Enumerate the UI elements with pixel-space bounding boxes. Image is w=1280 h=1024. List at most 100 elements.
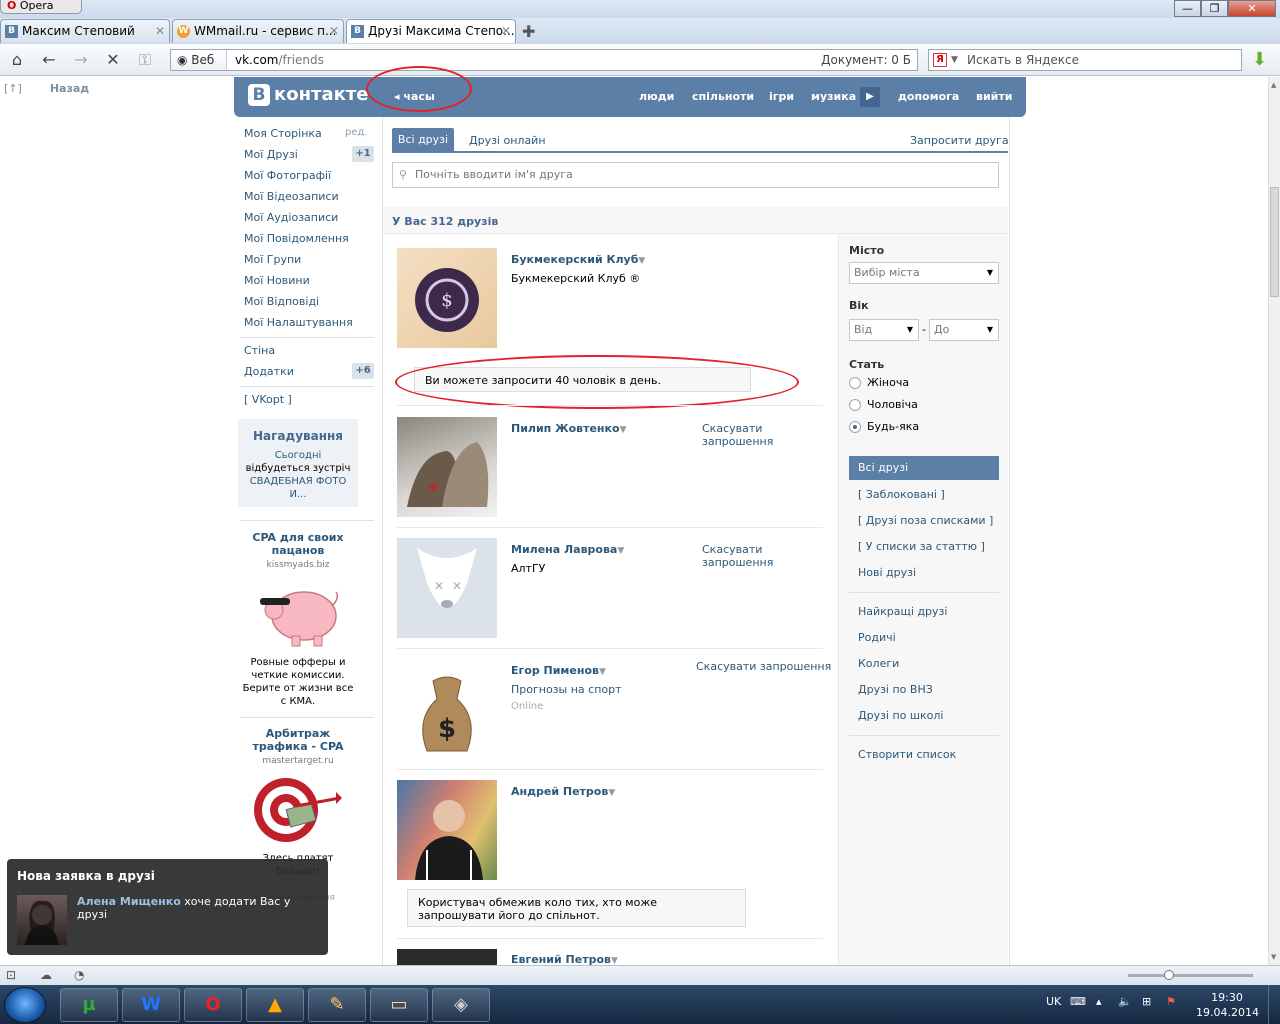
cloud-icon[interactable]: ☁ — [40, 968, 52, 982]
list-all-friends[interactable]: Всі друзі — [849, 456, 999, 480]
browser-tab-2[interactable]: W WMmail.ru - сервис п... ✕ — [172, 19, 344, 43]
cancel-request-link[interactable]: Скасувати запрошення — [702, 543, 773, 569]
ad-2-title[interactable]: Арбитраж трафика - CPA — [244, 727, 352, 753]
play-icon[interactable]: ▶ — [860, 87, 880, 107]
web-info-button[interactable]: ◉ Веб — [171, 50, 227, 70]
friend-subtitle[interactable]: Прогнозы на спорт — [511, 683, 622, 696]
list-outside-lists[interactable]: [ Друзі поза списками ] — [858, 514, 993, 527]
menu-my-answers[interactable]: Мої Відповіді — [244, 295, 319, 308]
reminder-event-more[interactable]: И... — [238, 488, 358, 501]
friend-request-notification[interactable]: Нова заявка в друзі Алена Мищенко хоче д… — [7, 859, 328, 955]
language-indicator[interactable]: UK — [1046, 995, 1061, 1008]
key-icon[interactable]: ⚿ — [134, 50, 156, 70]
menu-wall[interactable]: Стіна — [244, 344, 275, 357]
menu-my-videos[interactable]: Мої Відеозаписи — [244, 190, 339, 203]
network-icon[interactable]: ⊞ — [1142, 995, 1151, 1008]
download-arrow-icon[interactable]: ⬇ — [1252, 50, 1272, 70]
browser-tab-3-active[interactable]: В Друзі Максима Степо... ✕ — [346, 19, 516, 43]
browser-tab-1[interactable]: В Максим Степовий ✕ — [0, 19, 170, 43]
notification-user-link[interactable]: Алена Мищенко — [77, 895, 181, 908]
avatar[interactable] — [397, 780, 497, 880]
utorrent-taskbar-icon[interactable]: µ — [60, 988, 118, 1022]
friend-name[interactable]: Андрей Петров▼ — [511, 785, 615, 798]
list-blocked[interactable]: [ Заблоковані ] — [858, 488, 945, 501]
invite-friend-link[interactable]: Запросити друга — [910, 134, 1009, 147]
cancel-request-link[interactable]: Скасувати запрошення — [696, 660, 831, 673]
back-sidebar[interactable]: [↑] Назад — [4, 82, 89, 95]
tab-online-friends[interactable]: Друзі онлайн — [469, 134, 546, 147]
list-by-gender[interactable]: [ У списки за статтю ] — [858, 540, 985, 553]
tray-arrow-icon[interactable]: ▴ — [1096, 995, 1102, 1008]
menu-my-friends[interactable]: Мої Друзі — [244, 148, 298, 161]
menu-apps[interactable]: Додатки — [244, 365, 294, 378]
page-scrollbar[interactable]: ▲ ▼ — [1268, 77, 1280, 965]
new-tab-icon[interactable]: ✚ — [522, 22, 535, 41]
menu-my-messages[interactable]: Мої Повідомлення — [244, 232, 349, 245]
ad-2-domain[interactable]: mastertarget.ru — [244, 756, 352, 766]
word-taskbar-icon[interactable]: W — [122, 988, 180, 1022]
topnav-communities[interactable]: спільноти — [692, 90, 754, 103]
avatar[interactable] — [397, 417, 497, 517]
sex-any-radio[interactable]: Будь-яка — [849, 420, 919, 433]
close-tab-icon[interactable]: ✕ — [501, 20, 511, 42]
friend-search-input[interactable]: ⚲ Почніть вводити ім'я друга — [392, 162, 999, 188]
scrollbar-thumb[interactable] — [1270, 187, 1279, 297]
menu-edit-link[interactable]: ред. — [345, 127, 368, 138]
menu-my-groups[interactable]: Мої Групи — [244, 253, 301, 266]
topnav-help[interactable]: допомога — [898, 90, 959, 103]
explorer-taskbar-icon[interactable]: ▭ — [370, 988, 428, 1022]
system-clock[interactable]: 19:30 19.04.2014 — [1196, 990, 1259, 1020]
minimize-button[interactable]: — — [1174, 0, 1201, 17]
show-desktop-button[interactable] — [1268, 985, 1280, 1024]
menu-vkopt[interactable]: [ VKopt ] — [244, 393, 292, 406]
piggy-bank-icon[interactable] — [252, 580, 344, 648]
address-bar[interactable]: ◉ Веб vk.com/friends Документ: 0 Б — [170, 49, 918, 71]
forward-arrow-icon[interactable]: → — [70, 50, 92, 69]
reminder-event-link[interactable]: СВАДЕБНАЯ ФОТО — [238, 475, 358, 488]
create-list-link[interactable]: Створити список — [858, 748, 956, 761]
ad-1-text[interactable]: Ровные офферы и четкие комиссии. Берите … — [240, 656, 356, 708]
topnav-music[interactable]: музика — [811, 90, 856, 103]
aimp-taskbar-icon[interactable]: ▲ — [246, 988, 304, 1022]
vk-logo-icon[interactable]: В — [248, 84, 270, 106]
close-window-button[interactable]: ✕ — [1228, 0, 1276, 17]
target-money-icon[interactable] — [252, 776, 344, 844]
menu-my-page[interactable]: Моя Сторінка — [244, 127, 322, 140]
cancel-request-link[interactable]: Скасувати запрошення — [702, 422, 773, 448]
back-arrow-icon[interactable]: ← — [38, 50, 60, 69]
topnav-people[interactable]: люди — [639, 90, 674, 103]
avatar[interactable]: ✕ ✕ — [397, 538, 497, 638]
ad-1-domain[interactable]: kissmyads.biz — [244, 560, 352, 570]
avatar[interactable] — [397, 949, 497, 965]
city-select[interactable]: Вибір міста ▼ — [849, 262, 999, 284]
list-university[interactable]: Друзі по ВНЗ — [858, 683, 933, 696]
menu-my-settings[interactable]: Мої Налаштування — [244, 316, 353, 329]
start-button[interactable] — [4, 987, 46, 1023]
friend-name[interactable]: Пилип Жовтенко▼ — [511, 422, 626, 435]
opera-taskbar-icon[interactable]: O — [184, 988, 242, 1022]
paint-taskbar-icon[interactable]: ✎ — [308, 988, 366, 1022]
topnav-games[interactable]: ігри — [769, 90, 794, 103]
list-best-friends[interactable]: Найкращі друзі — [858, 605, 947, 618]
avatar[interactable]: $ — [397, 659, 497, 759]
friend-name[interactable]: Милена Лаврова▼ — [511, 543, 624, 556]
action-center-icon[interactable]: ⚑ — [1166, 995, 1176, 1008]
avatar[interactable]: $ — [397, 248, 497, 348]
sex-female-radio[interactable]: Жіноча — [849, 376, 909, 389]
speed-dial-icon[interactable]: ◔ — [74, 968, 84, 982]
menu-my-photos[interactable]: Мої Фотографії — [244, 169, 331, 182]
back-link[interactable]: Назад — [50, 82, 89, 95]
chevron-down-icon[interactable]: ▼ — [951, 50, 958, 70]
opera-menu-button[interactable]: O Opera — [0, 0, 82, 14]
zoom-slider-knob[interactable] — [1164, 970, 1174, 980]
menu-my-audio[interactable]: Мої Аудіозаписи — [244, 211, 338, 224]
zoom-slider[interactable] — [1128, 970, 1253, 980]
friend-name[interactable]: Букмекерский Клуб▼ — [511, 253, 645, 266]
friends-badge[interactable]: +1 — [352, 146, 374, 162]
friend-name[interactable]: Егор Пименов▼ — [511, 664, 606, 677]
volume-icon[interactable]: 🔈 — [1118, 995, 1132, 1008]
topnav-logout[interactable]: вийти — [976, 90, 1012, 103]
list-new-friends[interactable]: Нові друзі — [858, 566, 916, 579]
close-tab-icon[interactable]: ✕ — [329, 20, 339, 42]
list-colleagues[interactable]: Колеги — [858, 657, 899, 670]
